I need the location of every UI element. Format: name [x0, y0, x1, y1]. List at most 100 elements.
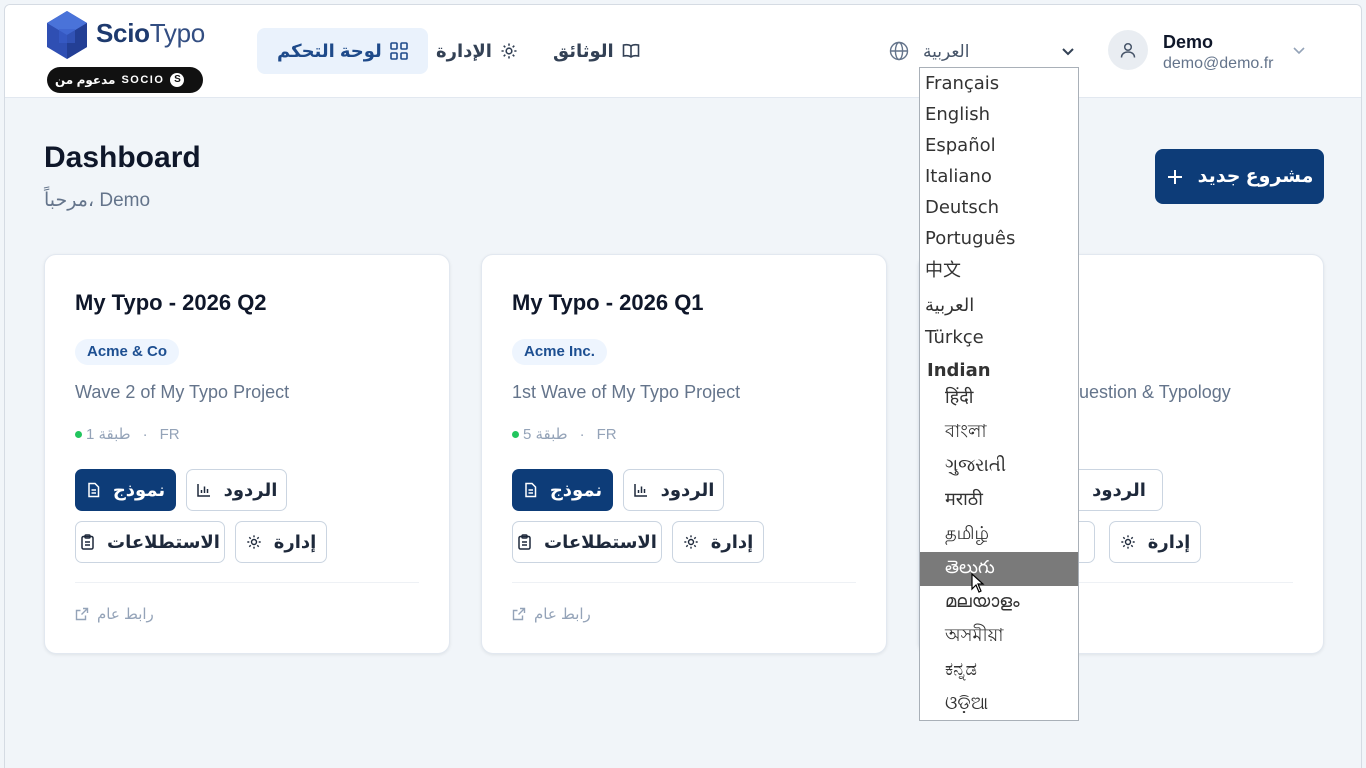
manage-button-label: إدارة — [1147, 531, 1191, 552]
bar-chart-icon — [633, 484, 647, 497]
public-link-label: رابط عام — [534, 606, 591, 623]
external-link-icon — [512, 607, 526, 621]
new-project-button[interactable]: مشروع جديد — [1155, 149, 1324, 204]
layer-count: 1 طبقة — [86, 426, 131, 443]
form-button-label: نموذج — [549, 479, 603, 500]
project-title[interactable]: My Typo - 2026 Q2 — [75, 290, 267, 316]
brand-name: ScioTypo — [96, 18, 205, 48]
manage-button[interactable]: إدارة — [1109, 521, 1201, 563]
manage-button-label: إدارة — [273, 531, 317, 552]
language-option[interactable]: Deutsch — [920, 192, 1078, 224]
language-option[interactable]: தமிழ் — [920, 518, 1078, 550]
language-option[interactable]: ಕನ್ನಡ — [920, 654, 1078, 686]
project-description: uestion & Typology — [1079, 382, 1231, 402]
gear-icon — [247, 535, 261, 549]
status-dot-icon — [512, 430, 519, 438]
card-divider — [75, 582, 419, 583]
app-window: ScioTypo مدعوم من SOCIO S لوحة التحكم ال… — [4, 4, 1362, 768]
card-divider — [512, 582, 856, 583]
language-option[interactable]: Português — [920, 223, 1078, 255]
language-option[interactable]: हिंदी — [920, 382, 1078, 414]
user-icon — [1120, 42, 1136, 58]
surveys-button[interactable]: الاستطلاعات — [75, 521, 225, 563]
project-card: My Typo - 2026 Q1 Acme Inc. 1st Wave of … — [481, 254, 887, 654]
language-option[interactable]: Italiano — [920, 161, 1078, 193]
organization-badge: Acme Inc. — [512, 339, 607, 365]
language-option[interactable]: العربية — [920, 290, 1078, 322]
nav-documentation[interactable]: الوثائق — [533, 28, 660, 74]
nav-administration[interactable]: الإدارة — [416, 28, 538, 74]
language-option[interactable]: മലയാളം — [920, 586, 1078, 618]
responses-button[interactable]: الردود — [186, 469, 287, 511]
nav-dashboard[interactable]: لوحة التحكم — [257, 28, 428, 74]
manage-button[interactable]: إدارة — [235, 521, 327, 563]
language-option[interactable]: বাংলা — [920, 416, 1078, 448]
form-button[interactable]: نموذج — [512, 469, 613, 511]
surveys-button-label: الاستطلاعات — [107, 531, 220, 552]
project-meta: 1 طبقة · FR — [75, 425, 180, 443]
document-icon — [525, 482, 537, 498]
public-link[interactable]: رابط عام — [512, 605, 591, 623]
language-option[interactable]: 中文 — [920, 255, 1078, 287]
clipboard-icon — [518, 534, 531, 550]
avatar[interactable] — [1108, 30, 1148, 70]
meta-separator: · — [142, 425, 148, 443]
form-button-label: نموذج — [112, 479, 166, 500]
gear-icon — [684, 535, 698, 549]
responses-button-label: الردود — [223, 479, 278, 500]
nav-documentation-label: الوثائق — [553, 40, 614, 61]
bar-chart-icon — [196, 484, 210, 497]
language-group-label: Indian — [927, 360, 991, 381]
socio-circle-icon: S — [170, 73, 185, 87]
language-select-value: العربية — [923, 42, 970, 61]
book-icon — [622, 43, 640, 58]
organization-badge: Acme & Co — [75, 339, 180, 365]
powered-by-label: مدعوم من — [55, 73, 116, 87]
new-project-label: مشروع جديد — [1197, 166, 1314, 187]
project-language: FR — [596, 425, 617, 443]
responses-button[interactable]: الردود — [623, 469, 724, 511]
user-name[interactable]: Demo — [1163, 32, 1213, 53]
mouse-cursor-icon — [971, 573, 985, 593]
project-title[interactable]: My Typo - 2026 Q1 — [512, 290, 704, 316]
meta-separator: · — [579, 425, 585, 443]
language-option[interactable]: मराठी — [920, 484, 1078, 516]
public-link[interactable]: رابط عام — [75, 605, 154, 623]
nav-dashboard-label: لوحة التحكم — [277, 40, 382, 61]
language-option[interactable]: ଓଡ଼ିଆ — [920, 688, 1078, 720]
status-dot-icon — [75, 430, 82, 438]
gear-icon — [1121, 535, 1135, 549]
chevron-down-icon — [1062, 48, 1074, 56]
language-option[interactable]: Türkçe — [920, 322, 1078, 354]
language-option[interactable]: English — [920, 99, 1078, 131]
project-language: FR — [159, 425, 180, 443]
scio-typo-logo[interactable]: ScioTypo مدعوم من SOCIO S — [45, 9, 205, 93]
top-header: ScioTypo مدعوم من SOCIO S لوحة التحكم ال… — [5, 5, 1361, 98]
language-select[interactable]: العربية — [887, 35, 1082, 69]
external-link-icon — [75, 607, 89, 621]
welcome-message: مرحباً، Demo — [44, 190, 151, 211]
document-icon — [88, 482, 100, 498]
surveys-button[interactable]: الاستطلاعات — [512, 521, 662, 563]
project-card: My Typo - 2026 Q2 Acme & Co Wave 2 of My… — [44, 254, 450, 654]
public-link-label: رابط عام — [97, 606, 154, 623]
manage-button[interactable]: إدارة — [672, 521, 764, 563]
globe-icon — [889, 41, 909, 61]
language-option[interactable]: Français — [920, 68, 1078, 100]
user-menu-chevron-icon[interactable] — [1291, 42, 1307, 58]
language-option[interactable]: Español — [920, 130, 1078, 162]
clipboard-icon — [81, 534, 94, 550]
language-option[interactable]: ગુજરાતી — [920, 450, 1078, 482]
layer-count: 5 طبقة — [523, 426, 568, 443]
nav-administration-label: الإدارة — [436, 40, 492, 61]
plus-icon — [1167, 169, 1182, 184]
responses-button-label: الردود — [660, 479, 715, 500]
surveys-button-label: الاستطلاعات — [544, 531, 657, 552]
page-title: Dashboard — [44, 141, 201, 174]
gear-icon — [501, 43, 517, 59]
form-button[interactable]: نموذج — [75, 469, 176, 511]
language-option[interactable]: অসমীয়া — [920, 620, 1078, 652]
powered-by-badge: مدعوم من SOCIO S — [47, 67, 203, 93]
language-option-highlighted[interactable]: తెలుగు — [920, 552, 1078, 586]
project-meta: 5 طبقة · FR — [512, 425, 617, 443]
